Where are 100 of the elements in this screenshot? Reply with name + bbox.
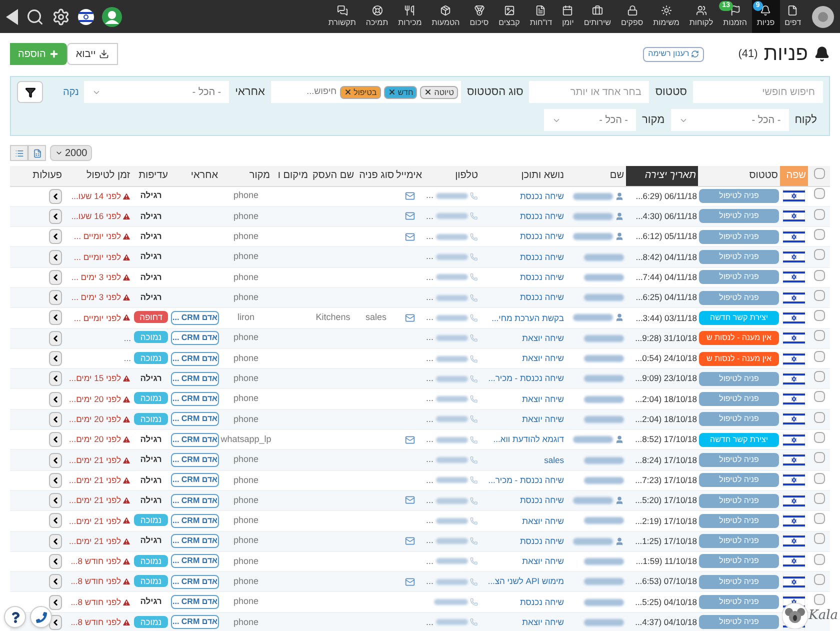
- excel-export-button[interactable]: [28, 145, 46, 161]
- row-checkbox[interactable]: [814, 330, 824, 342]
- actions-button[interactable]: [49, 330, 62, 346]
- assignee-button[interactable]: אדם CRM ...: [171, 514, 219, 528]
- column-header[interactable]: סוג פניה: [356, 166, 396, 186]
- row-checkbox[interactable]: [814, 168, 824, 179]
- row-checkbox[interactable]: [814, 472, 824, 484]
- remove-icon[interactable]: [424, 88, 432, 96]
- column-header[interactable]: מיקום ו: [272, 166, 310, 186]
- email-icon[interactable]: [405, 576, 415, 587]
- email-icon[interactable]: [405, 191, 415, 202]
- nav-tab[interactable]: לקוחות: [684, 0, 718, 33]
- actions-button[interactable]: [49, 250, 62, 265]
- assignee-button[interactable]: אדם CRM ...: [171, 534, 219, 548]
- assignee-button[interactable]: אדם CRM ...: [171, 453, 219, 467]
- row-checkbox[interactable]: [814, 290, 824, 301]
- actions-button[interactable]: [49, 412, 62, 427]
- help-button[interactable]: [4, 606, 26, 628]
- row-checkbox[interactable]: [814, 228, 824, 240]
- actions-button[interactable]: [49, 513, 62, 528]
- actions-button[interactable]: [49, 493, 62, 508]
- assignee-button[interactable]: אדם CRM ...: [171, 473, 219, 488]
- row-checkbox[interactable]: [814, 412, 824, 423]
- free-search-field[interactable]: חיפוש חופשי: [693, 81, 823, 103]
- column-header[interactable]: עדיפות: [132, 166, 170, 186]
- actions-button[interactable]: [49, 432, 62, 448]
- column-header[interactable]: שם: [566, 166, 626, 186]
- clear-link[interactable]: נקה: [63, 84, 79, 100]
- row-checkbox[interactable]: [814, 574, 824, 586]
- actions-button[interactable]: [49, 472, 62, 488]
- status-field[interactable]: בחר אחד או יותר: [529, 81, 650, 103]
- back-triangle-icon[interactable]: [6, 8, 18, 24]
- email-icon[interactable]: [405, 232, 415, 242]
- column-header[interactable]: טלפון: [424, 166, 480, 186]
- column-header[interactable]: תאריך יצירה: [626, 166, 698, 186]
- status-tag[interactable]: חדש: [384, 86, 418, 98]
- actions-button[interactable]: [49, 188, 62, 204]
- israel-flag-icon[interactable]: [78, 8, 94, 24]
- row-checkbox[interactable]: [814, 594, 824, 606]
- email-icon[interactable]: [405, 495, 415, 506]
- list-view-button[interactable]: [10, 145, 28, 161]
- row-checkbox[interactable]: [814, 188, 824, 200]
- assignee-button[interactable]: אדם CRM ...: [171, 392, 219, 406]
- nav-tab[interactable]: יומן: [557, 0, 579, 33]
- refresh-button[interactable]: רענון רשימה: [643, 46, 704, 62]
- nav-tab[interactable]: הטמעות: [426, 0, 465, 33]
- assignee-button[interactable]: אדם CRM ...: [171, 372, 219, 386]
- email-icon[interactable]: [405, 312, 415, 323]
- row-checkbox[interactable]: [814, 371, 824, 382]
- email-icon[interactable]: [405, 211, 415, 222]
- nav-tab[interactable]: ספקים: [616, 0, 648, 33]
- customer-select[interactable]: - הכל -: [670, 109, 789, 131]
- column-header[interactable]: סטטוס: [698, 166, 780, 186]
- column-header[interactable]: פעולות: [10, 166, 64, 186]
- assignee-button[interactable]: אדם CRM ...: [171, 352, 219, 366]
- assignee-button[interactable]: אדם CRM ...: [171, 615, 219, 630]
- import-button[interactable]: ייבוא: [66, 43, 118, 65]
- email-icon[interactable]: [405, 536, 415, 546]
- actions-button[interactable]: [49, 290, 62, 306]
- assignee-button[interactable]: אדם CRM ...: [171, 574, 219, 589]
- email-icon[interactable]: [405, 434, 415, 445]
- actions-button[interactable]: [49, 351, 62, 366]
- actions-button[interactable]: [49, 208, 62, 224]
- assignee-button[interactable]: אדם CRM ...: [171, 310, 219, 325]
- row-checkbox[interactable]: [814, 391, 824, 402]
- column-header[interactable]: אחראי: [170, 166, 220, 186]
- nav-tab[interactable]: דו"חות: [524, 0, 558, 33]
- actions-button[interactable]: [49, 534, 62, 549]
- actions-button[interactable]: [49, 310, 62, 326]
- assignee-button[interactable]: אדם CRM ...: [171, 554, 219, 568]
- row-checkbox[interactable]: [814, 513, 824, 524]
- row-checkbox[interactable]: [814, 270, 824, 281]
- actions-button[interactable]: [49, 574, 62, 590]
- status-type-field[interactable]: טיוטה חדש בטיפול חיפוש...: [270, 81, 461, 103]
- nav-tab[interactable]: סיכום: [464, 0, 494, 33]
- column-header[interactable]: אימייל: [396, 166, 424, 186]
- user-avatar-icon[interactable]: [102, 6, 122, 26]
- row-checkbox[interactable]: [814, 492, 824, 504]
- actions-button[interactable]: [49, 392, 62, 407]
- actions-button[interactable]: [49, 452, 62, 468]
- status-tag[interactable]: טיוטה: [420, 86, 458, 98]
- actions-button[interactable]: [49, 594, 62, 610]
- nav-tab[interactable]: שירותים: [578, 0, 616, 33]
- assignee-button[interactable]: אדם CRM ...: [171, 494, 219, 508]
- row-checkbox[interactable]: [814, 533, 824, 544]
- nav-tab[interactable]: משימות: [648, 0, 684, 33]
- assignee-select[interactable]: - הכל -: [84, 81, 230, 103]
- nav-tab[interactable]: קבצים: [494, 0, 525, 33]
- status-tag[interactable]: בטיפול: [340, 86, 381, 98]
- assignee-button[interactable]: אדם CRM ...: [171, 595, 219, 610]
- source-select[interactable]: - הכל -: [544, 109, 636, 131]
- assignee-button[interactable]: אדם CRM ...: [171, 432, 219, 447]
- nav-tab[interactable]: מכירות: [393, 0, 427, 33]
- nav-tab[interactable]: דפים: [780, 0, 806, 33]
- column-header[interactable]: מקור: [220, 166, 272, 186]
- row-checkbox[interactable]: [814, 310, 824, 322]
- row-checkbox[interactable]: [814, 554, 824, 565]
- column-header[interactable]: נושא ותוכן: [480, 166, 566, 186]
- row-checkbox[interactable]: [814, 208, 824, 220]
- actions-button[interactable]: [49, 554, 62, 569]
